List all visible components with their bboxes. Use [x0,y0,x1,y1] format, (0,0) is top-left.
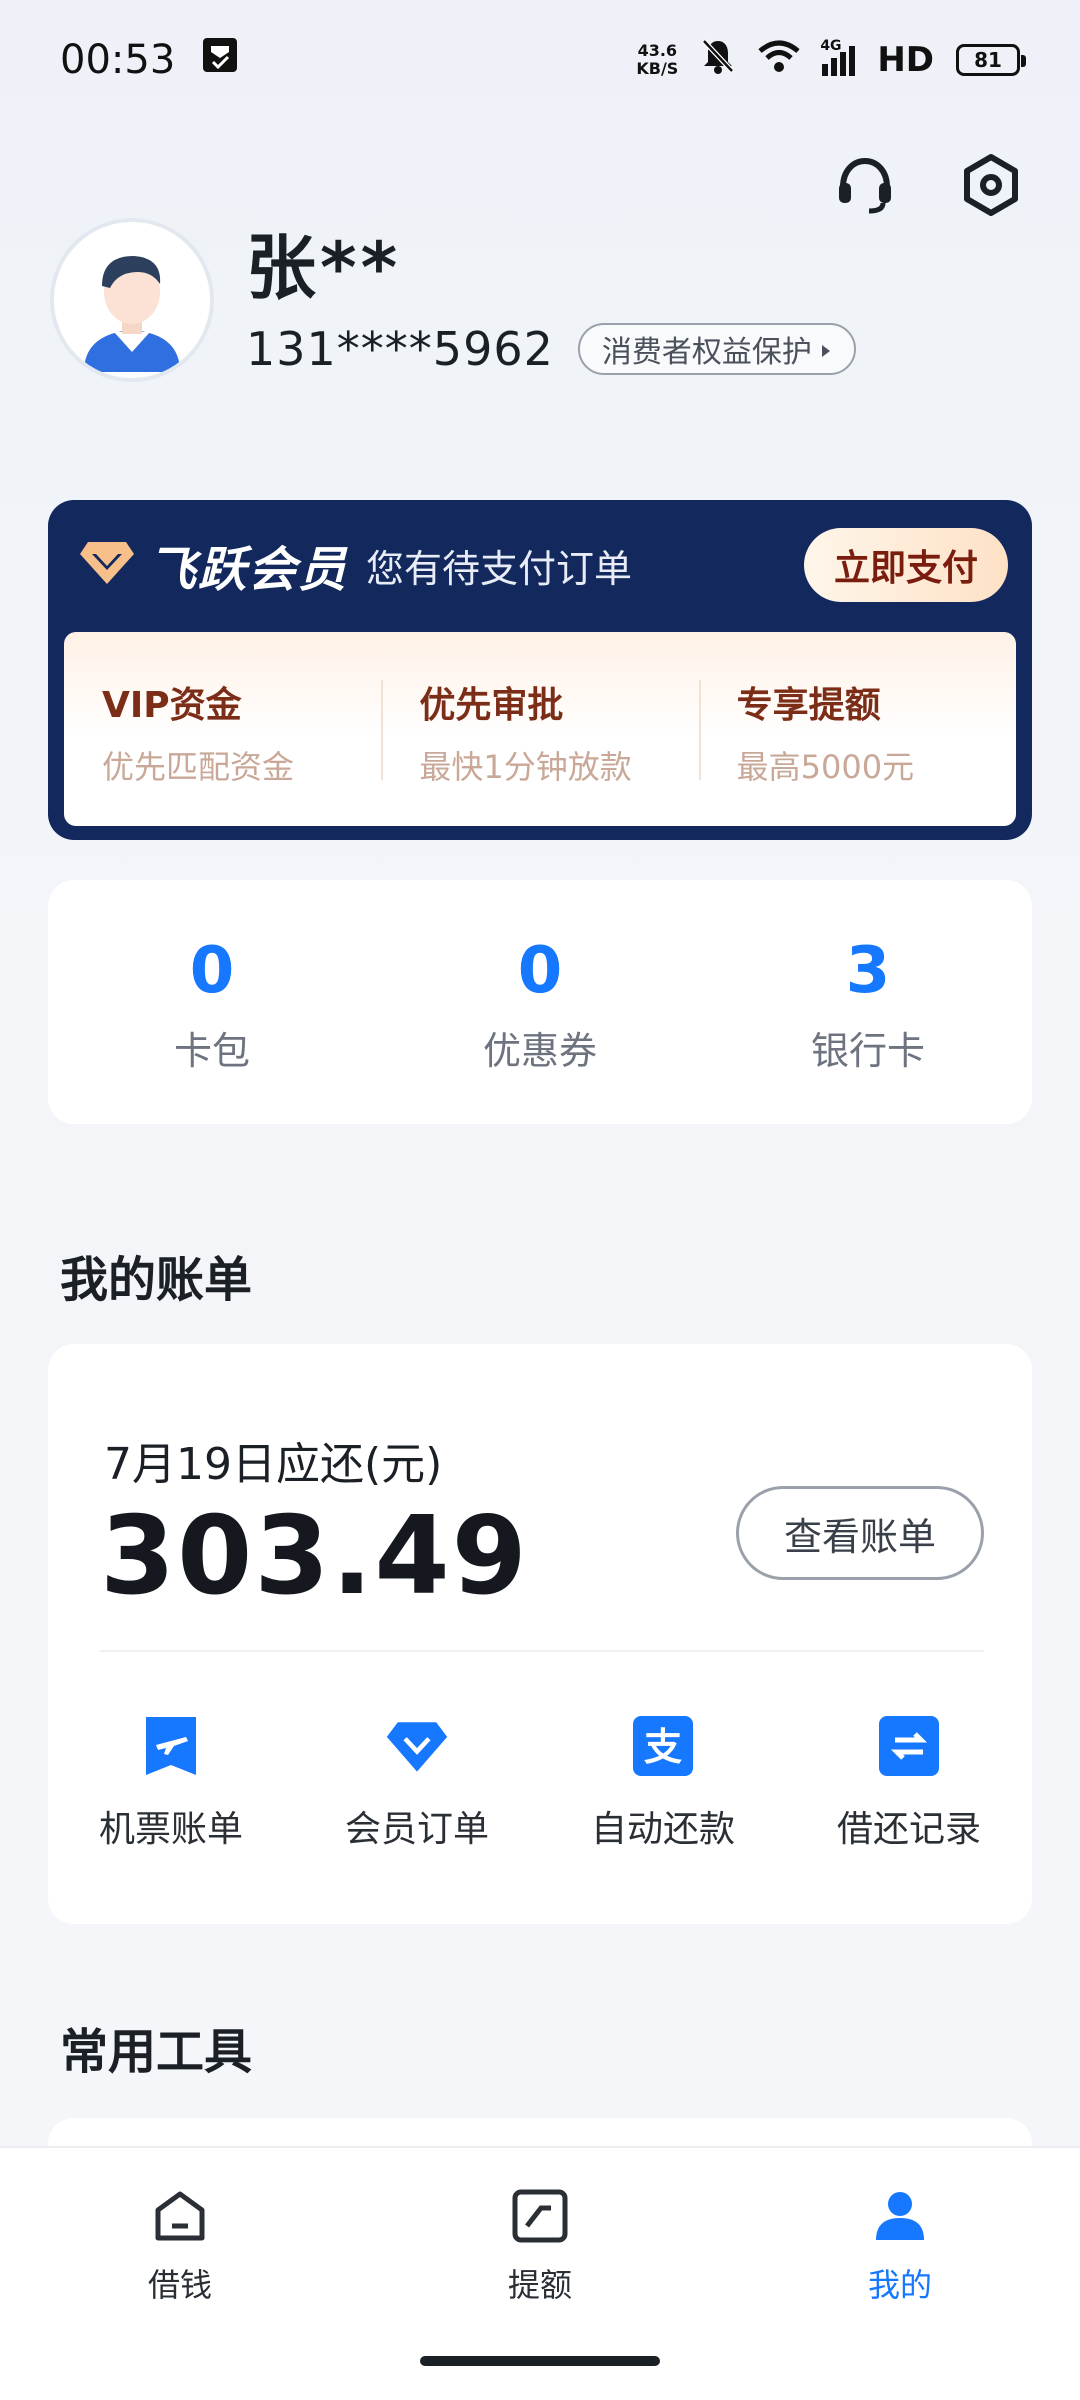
auto-repay-entry[interactable]: 支 自动还款 [540,1714,786,1852]
cell-signal-icon: 4G [820,38,856,76]
vip-benefit-title: 专享提额 [736,685,881,726]
transfer-icon [877,1714,941,1778]
diamond-icon [78,538,136,592]
battery-level: 81 [974,48,1002,72]
consumer-rights-button[interactable]: 消费者权益保护 [577,323,856,375]
pay-now-button[interactable]: 立即支付 [804,528,1008,602]
divider [100,1650,984,1652]
section-title-bills: 我的账单 [60,1252,253,1308]
vip-benefit-sub: 优先匹配资金 [102,748,295,786]
alipay-icon: 支 [631,1714,695,1778]
count-value: 0 [517,934,563,1008]
bill-action-label: 借还记录 [836,1809,981,1850]
network-type: 4G [820,38,842,54]
status-bar: 00:53 43.6 KB/S 4G HD 81 [0,0,1080,120]
battery-icon: 81 [956,44,1026,76]
loan-records-entry[interactable]: 借还记录 [786,1714,1032,1852]
net-speed: 43.6 KB/S [636,41,679,78]
card-wallet-entry[interactable]: 0 卡包 [48,880,376,1124]
user-name: 张** [246,227,402,309]
customer-service-icon[interactable] [830,150,900,220]
member-orders-entry[interactable]: 会员订单 [294,1714,540,1852]
vip-benefits: VIP资金 优先匹配资金 优先审批 最快1分钟放款 专享提额 最高5000元 [64,632,1016,826]
hd-indicator: HD [877,40,934,80]
vip-benefit-sub: 最快1分钟放款 [419,748,632,786]
svg-text:支: 支 [644,1725,682,1769]
settings-icon[interactable] [956,150,1026,220]
bill-action-label: 会员订单 [344,1809,489,1850]
tab-label: 借钱 [147,2266,212,2304]
phone-number: 131****5962 [246,322,554,376]
count-value: 3 [845,934,891,1008]
count-label: 优惠券 [482,1029,597,1073]
coupons-entry[interactable]: 0 优惠券 [376,880,704,1124]
vip-benefit-item: VIP资金 优先匹配资金 [64,632,381,826]
vip-pending-text: 您有待支付订单 [366,546,633,591]
vip-benefit-item: 专享提额 最高5000元 [698,632,1016,826]
vip-benefit-item: 优先审批 最快1分钟放款 [381,632,698,826]
wifi-icon [758,39,800,82]
count-label: 银行卡 [810,1029,925,1073]
vip-benefit-title: VIP资金 [102,685,242,726]
caret-right-icon [820,332,832,367]
top-actions [830,150,1026,220]
bank-cards-entry[interactable]: 3 银行卡 [704,880,1032,1124]
tab-label: 我的 [867,2266,932,2304]
vip-membership-card[interactable]: 飞跃会员 您有待支付订单 立即支付 VIP资金 优先匹配资金 优先审批 最快1分… [48,500,1032,840]
bill-amount: 303.49 [100,1494,529,1619]
status-time: 00:53 [60,37,176,83]
limit-up-icon [508,2184,572,2248]
bill-action-label: 自动还款 [590,1809,735,1850]
tab-label: 提额 [507,2266,572,2304]
notification-icon [201,36,239,84]
view-bill-button[interactable]: 查看账单 [736,1486,984,1580]
bill-action-label: 机票账单 [98,1809,243,1850]
home-icon [148,2184,212,2248]
section-title-tools: 常用工具 [60,2024,253,2080]
tab-borrow[interactable]: 借钱 [0,2148,360,2400]
person-icon [868,2184,932,2248]
avatar[interactable] [50,218,214,382]
diamond-icon [385,1714,449,1778]
tab-mine[interactable]: 我的 [720,2148,1080,2400]
home-indicator[interactable] [420,2356,660,2366]
vip-brand: 飞跃会员 [148,542,349,598]
plane-ticket-icon [139,1714,203,1778]
vip-benefit-title: 优先审批 [419,685,564,726]
bill-card: 7月19日应还(元) 303.49 查看账单 机票账单 会员订单 支 自动还款 [48,1344,1032,1924]
count-label: 卡包 [173,1029,250,1073]
count-value: 0 [189,934,235,1008]
assets-summary: 0 卡包 0 优惠券 3 银行卡 [48,880,1032,1124]
mute-bell-icon [700,37,736,84]
bill-due-label: 7月19日应还(元) [104,1439,443,1490]
flight-bill-entry[interactable]: 机票账单 [48,1714,294,1852]
consumer-rights-label: 消费者权益保护 [601,335,812,370]
profile-header: 张** 131****5962 消费者权益保护 [50,218,856,382]
vip-benefit-sub: 最高5000元 [736,748,915,786]
